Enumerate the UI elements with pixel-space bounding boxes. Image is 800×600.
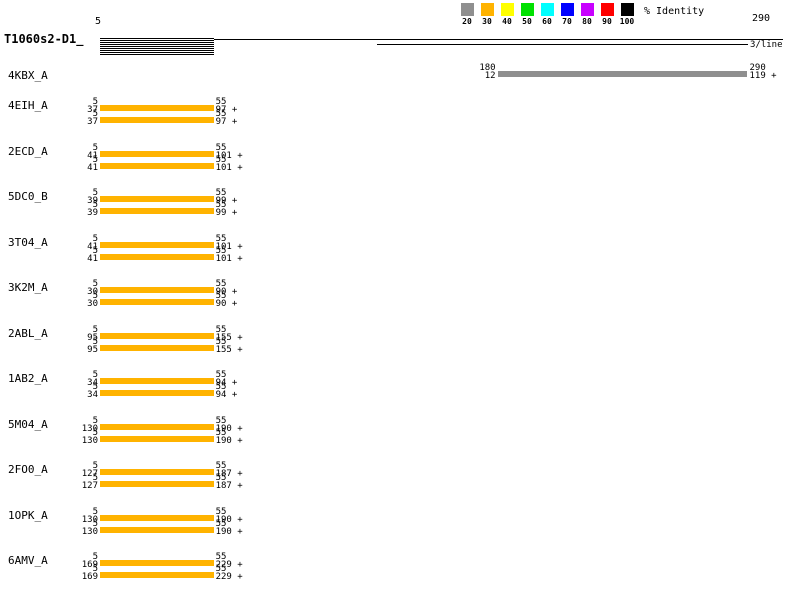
legend-bucket-value: 80 — [582, 17, 592, 26]
hit-start-label: 95 — [64, 347, 98, 354]
alignment-bar[interactable] — [100, 572, 214, 578]
hit-pdb-label[interactable]: 6AMV_A — [8, 554, 48, 567]
alignment-overview: 20 30 40 50 60 70 80 90 100 % Identity 5 290 3/l… — [0, 0, 800, 600]
hit-end-strand-label: 90 + — [216, 301, 260, 308]
alignment-bar[interactable] — [100, 527, 214, 533]
hit-pdb-label[interactable]: 3K2M_A — [8, 281, 48, 294]
hit-pdb-label[interactable]: 2ABL_A — [8, 327, 48, 340]
legend-bucket: 20 — [457, 3, 477, 26]
legend-bucket: 40 — [497, 3, 517, 26]
hit-start-label: 41 — [64, 165, 98, 172]
legend-bucket: 100 — [617, 3, 637, 26]
alignment-bar[interactable] — [100, 105, 214, 111]
alignment-bar[interactable] — [100, 390, 214, 396]
legend-bucket: 50 — [517, 3, 537, 26]
legend-color-swatch — [621, 3, 634, 16]
hit-pdb-label[interactable]: 1AB2_A — [8, 372, 48, 385]
hit-start-label: 130 — [64, 529, 98, 536]
hit-end-strand-label: 119 + — [750, 73, 794, 80]
legend-bucket: 60 — [537, 3, 557, 26]
legend-bucket-value: 20 — [462, 17, 472, 26]
hit-pdb-label[interactable]: 1OPK_A — [8, 509, 48, 522]
legend-color-swatch — [561, 3, 574, 16]
legend-bucket: 80 — [577, 3, 597, 26]
hit-end-strand-label: 155 + — [216, 347, 260, 354]
hit-end-strand-label: 101 + — [216, 256, 260, 263]
hit-pdb-label[interactable]: 3T04_A — [8, 236, 48, 249]
legend-color-swatch — [461, 3, 474, 16]
alignment-bar[interactable] — [100, 436, 214, 442]
hit-start-label: 169 — [64, 574, 98, 581]
hit-pdb-label[interactable]: 2ECD_A — [8, 145, 48, 158]
legend-bucket-value: 40 — [502, 17, 512, 26]
hit-start-label: 127 — [64, 483, 98, 490]
alignment-bar[interactable] — [100, 196, 214, 202]
query-ruler-line-2 — [377, 44, 748, 45]
legend-color-swatch — [521, 3, 534, 16]
alignment-bar[interactable] — [100, 208, 214, 214]
legend-bucket: 90 — [597, 3, 617, 26]
alignment-bar[interactable] — [100, 424, 214, 430]
legend-bucket-value: 30 — [482, 17, 492, 26]
alignment-bar[interactable] — [100, 163, 214, 169]
hit-end-strand-label: 190 + — [216, 529, 260, 536]
hit-start-label: 41 — [64, 256, 98, 263]
legend-color-swatch — [581, 3, 594, 16]
query-ruler-line — [214, 39, 783, 40]
alignment-bar[interactable] — [100, 333, 214, 339]
alignment-bar[interactable] — [100, 515, 214, 521]
hit-pdb-label[interactable]: 5DC0_B — [8, 190, 48, 203]
legend-color-swatch — [481, 3, 494, 16]
alignment-bar[interactable] — [100, 299, 214, 305]
hit-pdb-label[interactable]: 4KBX_A — [8, 69, 48, 82]
legend-bucket-value: 60 — [542, 17, 552, 26]
hit-start-label: 30 — [64, 301, 98, 308]
alignment-bar[interactable] — [100, 287, 214, 293]
hit-end-strand-label: 187 + — [216, 483, 260, 490]
legend-color-swatch — [541, 3, 554, 16]
hit-start-label: 130 — [64, 438, 98, 445]
legend-bucket-value: 90 — [602, 17, 612, 26]
hit-end-strand-label: 190 + — [216, 438, 260, 445]
scale-end-label: 290 — [752, 13, 770, 24]
hit-end-strand-label: 94 + — [216, 392, 260, 399]
alignment-bar[interactable] — [498, 71, 748, 77]
alignment-bar[interactable] — [100, 481, 214, 487]
alignment-bar[interactable] — [100, 242, 214, 248]
alignment-bar[interactable] — [100, 345, 214, 351]
alignment-bar[interactable] — [100, 254, 214, 260]
legend-bucket-value: 100 — [620, 17, 634, 26]
legend-bucket-value: 70 — [562, 17, 572, 26]
legend-color-swatch — [601, 3, 614, 16]
scale-start-label: 5 — [95, 16, 101, 27]
hit-pdb-label[interactable]: 2FO0_A — [8, 463, 48, 476]
alignment-bar[interactable] — [100, 469, 214, 475]
legend-title: % Identity — [644, 6, 704, 17]
alignment-bar[interactable] — [100, 151, 214, 157]
query-name-label: T1060s2-D1_ — [4, 32, 83, 46]
legend-bucket-value: 50 — [522, 17, 532, 26]
hit-end-strand-label: 97 + — [216, 119, 260, 126]
identity-legend: 20 30 40 50 60 70 80 90 100 — [457, 3, 637, 26]
lines-per-row-label: 3/line — [750, 40, 783, 50]
legend-bucket: 30 — [477, 3, 497, 26]
hit-end-strand-label: 99 + — [216, 210, 260, 217]
legend-bucket: 70 — [557, 3, 577, 26]
hit-end-strand-label: 229 + — [216, 574, 260, 581]
hit-start-label: 12 — [462, 73, 496, 80]
legend-color-swatch — [501, 3, 514, 16]
hit-start-label: 37 — [64, 119, 98, 126]
hit-pdb-label[interactable]: 5M04_A — [8, 418, 48, 431]
hit-start-label: 39 — [64, 210, 98, 217]
alignment-bar[interactable] — [100, 117, 214, 123]
query-coverage-hatch-bar[interactable] — [100, 38, 214, 55]
alignment-bar[interactable] — [100, 378, 214, 384]
hit-end-strand-label: 101 + — [216, 165, 260, 172]
hit-start-label: 34 — [64, 392, 98, 399]
hit-pdb-label[interactable]: 4EIH_A — [8, 99, 48, 112]
alignment-bar[interactable] — [100, 560, 214, 566]
